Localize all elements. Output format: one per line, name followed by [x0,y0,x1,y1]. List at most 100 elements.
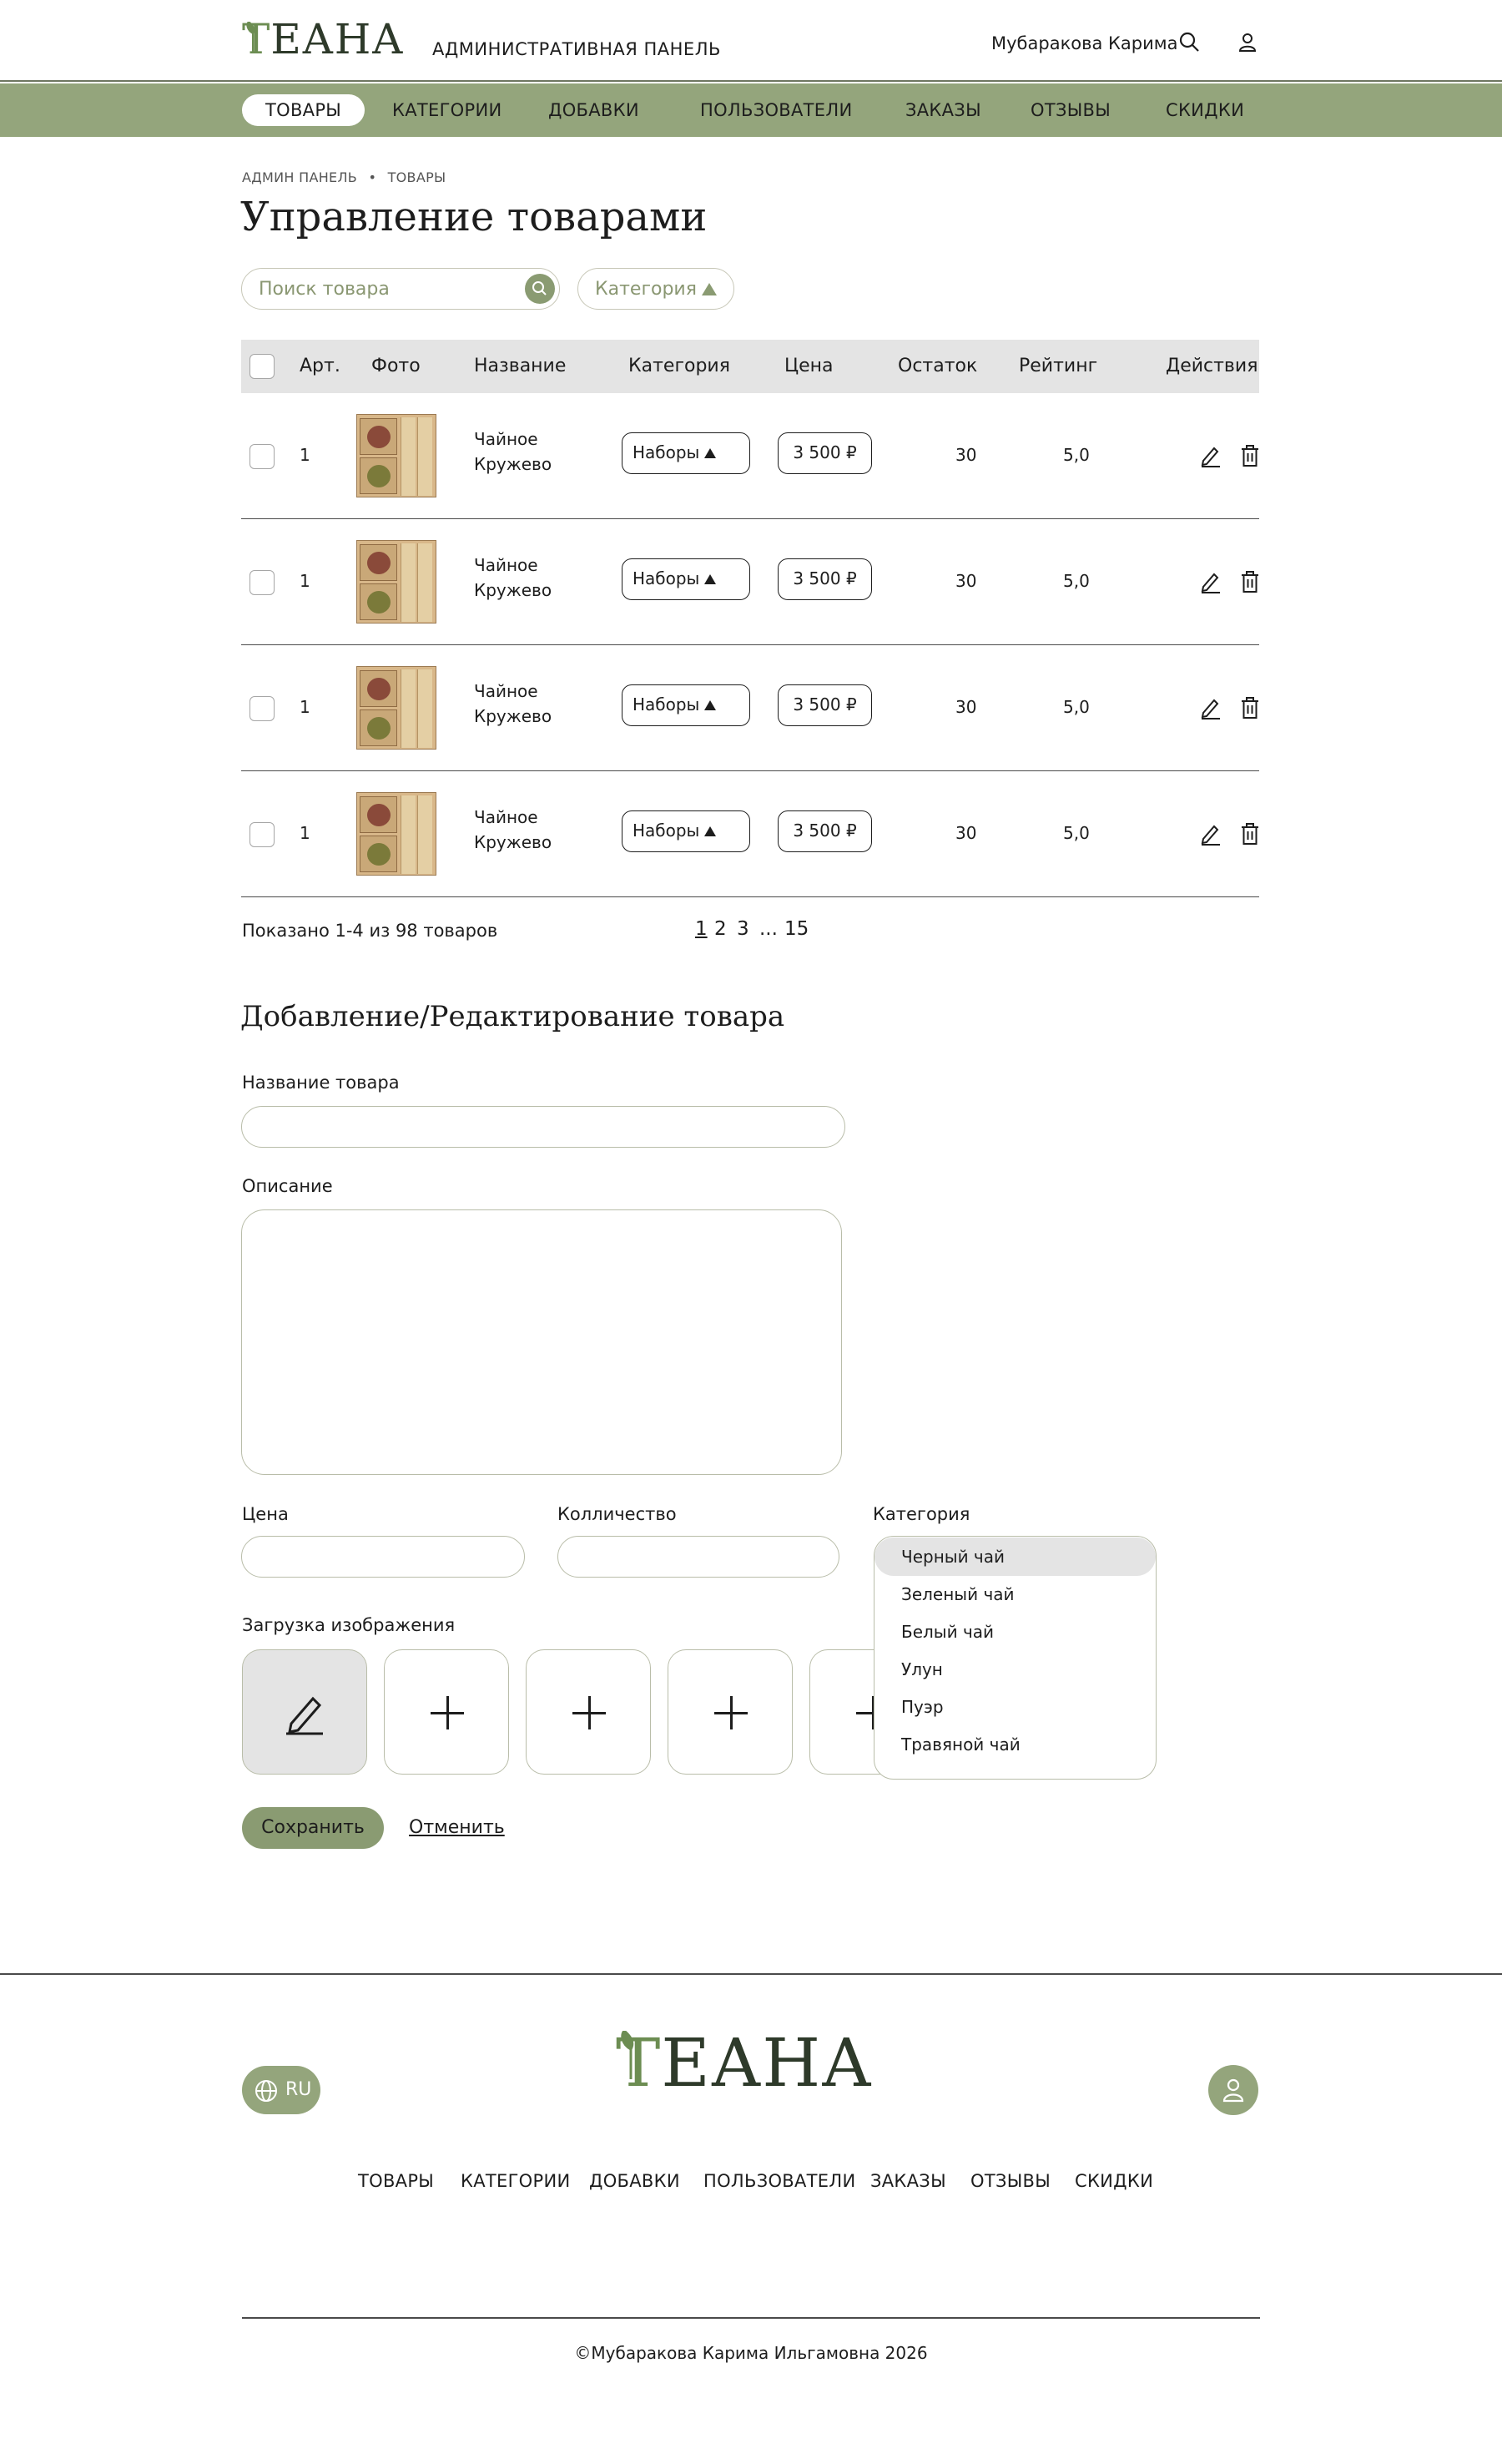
save-button[interactable]: Сохранить [242,1807,384,1849]
footer-logo[interactable]: ТЕАНА [616,2024,873,2102]
edit-icon[interactable] [1200,570,1222,593]
search-icon[interactable] [1177,30,1202,55]
edit-icon[interactable] [1200,696,1222,720]
logo[interactable]: ТЕАНА [242,18,404,60]
footer-nav-users[interactable]: ПОЛЬЗОВАТЕЛИ [703,2171,855,2191]
category-option-green[interactable]: Зеленый чай [874,1575,1156,1613]
language-button[interactable]: RU [242,2066,320,2114]
th-photo: Фото [371,356,421,376]
delete-icon[interactable] [1240,822,1260,846]
edit-icon[interactable] [1200,822,1222,846]
footer-divider [242,2317,1260,2319]
price-field[interactable] [241,1536,525,1578]
footer-nav-discounts[interactable]: СКИДКИ [1075,2171,1153,2191]
user-name[interactable]: Мубаракова Карима [991,33,1177,53]
upload-slot-edit[interactable] [242,1649,367,1775]
category-dropdown[interactable]: Черный чай Зеленый чай Белый чай Улун Пу… [874,1536,1157,1780]
row-category-value: Наборы [633,442,700,462]
delete-icon[interactable] [1240,444,1260,467]
row-checkbox[interactable] [249,822,275,847]
user-icon [1222,2078,1244,2103]
breadcrumb: АДМИН ПАНЕЛЬ • ТОВАРЫ [242,169,446,185]
th-rating: Рейтинг [1019,356,1098,376]
row-category-select[interactable]: Наборы [622,558,750,600]
product-photo [356,666,436,750]
search-input[interactable]: Поиск товара [241,268,560,310]
upload-slot-add[interactable] [384,1649,509,1775]
th-price: Цена [784,356,834,376]
th-actions: Действия [1166,356,1258,376]
product-name-label: Название товара [242,1073,400,1093]
table-row[interactable]: 1 Чайное Кружево Наборы 3 500 ₽ 30 5,0 [241,393,1259,519]
footer-nav-reviews[interactable]: ОТЗЫВЫ [970,2171,1051,2191]
row-category-select[interactable]: Наборы [622,432,750,474]
row-price-input[interactable]: 3 500 ₽ [778,684,872,726]
quantity-label: Колличество [557,1504,677,1524]
row-checkbox[interactable] [249,570,275,595]
page-link-2[interactable]: 2 [714,918,727,940]
footer-nav-categories[interactable]: КАТЕГОРИИ [461,2171,571,2191]
quantity-field[interactable] [557,1536,839,1578]
table-row[interactable]: 1 Чайное Кружево Наборы 3 500 ₽ 30 5,0 [241,519,1259,645]
upload-slot-add[interactable] [668,1649,793,1775]
row-stock: 30 [955,697,977,717]
page-link-1[interactable]: 1 [695,918,708,940]
breadcrumb-separator: • [368,169,377,185]
table-row[interactable]: 1 Чайное Кружево Наборы 3 500 ₽ 30 5,0 [241,771,1259,897]
page-link-3[interactable]: 3 [737,918,749,940]
page-title: Управление товарами [240,194,708,240]
category-option-herbal[interactable]: Травяной чай [874,1725,1156,1764]
breadcrumb-root[interactable]: АДМИН ПАНЕЛЬ [242,169,357,185]
category-filter[interactable]: Категория [577,268,734,310]
delete-icon[interactable] [1240,696,1260,720]
footer-divider [0,1973,1502,1975]
nav-item-discounts[interactable]: СКИДКИ [1166,94,1244,126]
category-option-black[interactable]: Черный чай [874,1537,1156,1576]
row-category-select[interactable]: Наборы [622,810,750,852]
triangle-up-icon [704,448,716,458]
row-category-select[interactable]: Наборы [622,684,750,726]
main-nav: ТОВАРЫ КАТЕГОРИИ ДОБАВКИ ПОЛЬЗОВАТЕЛИ ЗА… [0,83,1502,137]
edit-icon [286,1696,323,1735]
row-price-input[interactable]: 3 500 ₽ [778,810,872,852]
footer-nav-additives[interactable]: ДОБАВКИ [589,2171,680,2191]
upload-label: Загрузка изображения [242,1615,456,1635]
nav-item-users[interactable]: ПОЛЬЗОВАТЕЛИ [700,94,852,126]
row-name: Чайное Кружево [474,429,552,474]
upload-slot-add[interactable] [526,1649,651,1775]
nav-item-categories[interactable]: КАТЕГОРИИ [392,94,502,126]
plus-icon [714,1696,748,1729]
user-icon[interactable] [1235,30,1260,55]
row-name: Чайное Кружево [474,807,552,852]
search-button[interactable] [525,274,555,304]
copyright: ©Мубаракова Карима Ильгамовна 2026 [574,2343,928,2363]
price-label: Цена [242,1504,289,1524]
category-option-white[interactable]: Белый чай [874,1613,1156,1651]
row-art: 1 [300,823,310,843]
page-link-15[interactable]: 15 [784,918,809,940]
row-price-input[interactable]: 3 500 ₽ [778,558,872,600]
nav-item-products[interactable]: ТОВАРЫ [242,94,365,126]
table-header: Арт. Фото Название Категория Цена Остато… [241,340,1259,393]
profile-button[interactable] [1208,2065,1258,2115]
nav-item-orders[interactable]: ЗАКАЗЫ [905,94,981,126]
nav-item-reviews[interactable]: ОТЗЫВЫ [1031,94,1111,126]
edit-icon[interactable] [1200,444,1222,467]
delete-icon[interactable] [1240,570,1260,593]
row-checkbox[interactable] [249,444,275,469]
category-option-puer[interactable]: Пуэр [874,1688,1156,1726]
row-checkbox[interactable] [249,696,275,721]
row-rating: 5,0 [1063,823,1090,843]
select-all-checkbox[interactable] [249,354,275,379]
cancel-link[interactable]: Отменить [409,1817,505,1838]
nav-item-additives[interactable]: ДОБАВКИ [548,94,639,126]
product-name-field[interactable] [241,1106,845,1148]
row-price-input[interactable]: 3 500 ₽ [778,432,872,474]
footer-logo-text: ТЕАНА [616,2024,873,2102]
category-option-oolong[interactable]: Улун [874,1650,1156,1689]
description-field[interactable] [241,1209,842,1475]
footer-nav-orders[interactable]: ЗАКАЗЫ [870,2171,946,2191]
table-row[interactable]: 1 Чайное Кружево Наборы 3 500 ₽ 30 5,0 [241,645,1259,771]
footer-nav-products[interactable]: ТОВАРЫ [358,2171,434,2191]
row-art: 1 [300,571,310,591]
